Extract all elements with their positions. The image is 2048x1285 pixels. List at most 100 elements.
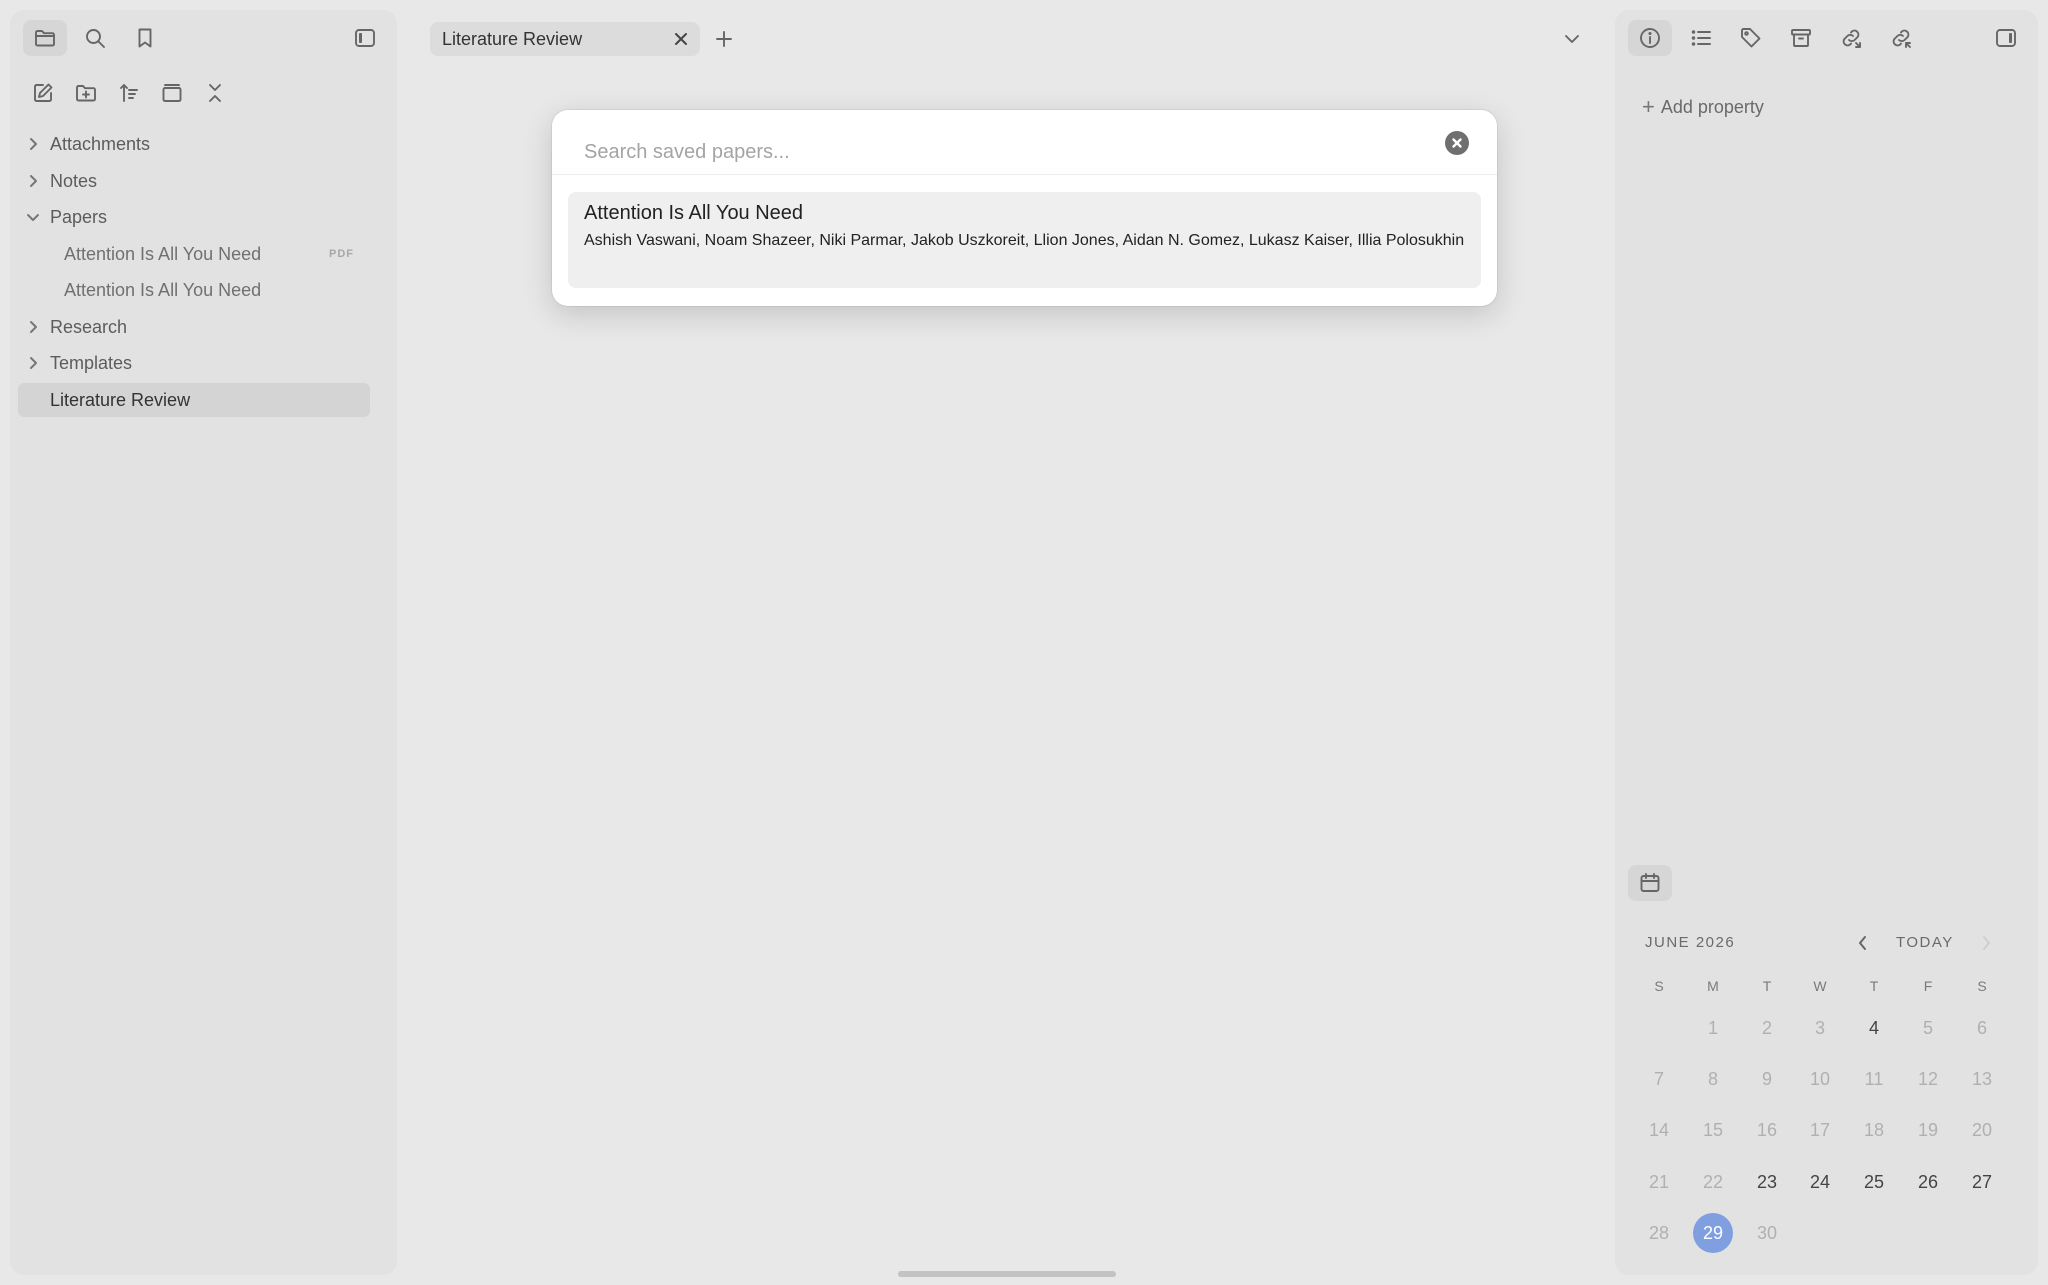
calendar-prev-month-button[interactable]: [1855, 934, 1871, 954]
calendar-weekday-label: F: [1923, 978, 1933, 994]
tree-file-attention-note[interactable]: Attention Is All You Need: [40, 273, 370, 307]
calendar-day[interactable]: 24: [1800, 1162, 1840, 1202]
tree-file-attention-pdf[interactable]: Attention Is All You Need PDF: [40, 237, 370, 271]
calendar-day[interactable]: 20: [1962, 1110, 2002, 1150]
tree-folder-papers[interactable]: Papers: [18, 200, 370, 234]
sort-button[interactable]: [107, 75, 151, 111]
file-explorer-button[interactable]: [23, 20, 67, 56]
calendar-day[interactable]: 27: [1962, 1162, 2002, 1202]
chevron-down-icon: [1565, 35, 1579, 43]
result-authors: Ashish Vaswani, Noam Shazeer, Niki Parma…: [584, 232, 1465, 249]
tree-item-label: Literature Review: [50, 389, 191, 410]
calendar-next-month-button[interactable]: [1978, 934, 1994, 954]
calendar-icon: [1640, 873, 1660, 892]
divider: [552, 174, 1497, 175]
sidebar-toggle-icon: [355, 29, 375, 47]
file-properties-button[interactable]: [1628, 20, 1672, 56]
calendar-weekday-label: W: [1813, 978, 1827, 994]
sort-icon: [120, 84, 138, 102]
right-sidebar-toggle-button[interactable]: [1984, 20, 2028, 56]
tree-item-label: Notes: [50, 170, 98, 191]
calendar-day[interactable]: 30: [1747, 1213, 1787, 1253]
new-note-button[interactable]: [21, 75, 65, 111]
calendar-day[interactable]: 9: [1747, 1059, 1787, 1099]
calendar-day[interactable]: 25: [1854, 1162, 1894, 1202]
plus-icon: [716, 31, 732, 47]
calendar-day[interactable]: 18: [1854, 1110, 1894, 1150]
close-tab-button[interactable]: [670, 28, 692, 50]
collapse-view-icon: [162, 84, 182, 102]
right-sidebar-toggle-icon: [1996, 29, 2016, 47]
calendar-day[interactable]: 28: [1639, 1213, 1679, 1253]
new-note-icon: [34, 83, 53, 102]
calendar-day[interactable]: 4: [1854, 1008, 1894, 1048]
calendar-day[interactable]: 3: [1800, 1008, 1840, 1048]
calendar-day[interactable]: 7: [1639, 1059, 1679, 1099]
calendar-day[interactable]: 21: [1639, 1162, 1679, 1202]
collapse-all-button[interactable]: [193, 75, 237, 111]
calendar-day[interactable]: 11: [1854, 1059, 1894, 1099]
search-button[interactable]: [73, 20, 117, 56]
calendar-day[interactable]: 6: [1962, 1008, 2002, 1048]
tree-file-literature-review[interactable]: Literature Review: [18, 383, 370, 417]
calendar-day[interactable]: 2: [1747, 1008, 1787, 1048]
chevron-right-icon: [30, 138, 37, 150]
calendar-day[interactable]: 22: [1693, 1162, 1733, 1202]
calendar-day[interactable]: 1: [1693, 1008, 1733, 1048]
calendar-day[interactable]: 19: [1908, 1110, 1948, 1150]
calendar-day[interactable]: 17: [1800, 1110, 1840, 1150]
calendar-day[interactable]: 5: [1908, 1008, 1948, 1048]
file-type-badge: PDF: [329, 248, 354, 260]
calendar-today-button[interactable]: TODAY: [1896, 934, 1954, 951]
bookmarks-button[interactable]: [123, 20, 167, 56]
calendar-day[interactable]: 26: [1908, 1162, 1948, 1202]
calendar-weekday-label: T: [1869, 978, 1879, 994]
calendar-day[interactable]: 16: [1747, 1110, 1787, 1150]
backlinks-button[interactable]: [1879, 20, 1923, 56]
clear-search-button[interactable]: [1445, 131, 1469, 155]
new-tab-button[interactable]: [702, 21, 746, 57]
calendar-day[interactable]: 10: [1800, 1059, 1840, 1099]
calendar-day[interactable]: 12: [1908, 1059, 1948, 1099]
tree-item-label: Templates: [50, 352, 133, 373]
collapse-all-icon: [209, 84, 221, 102]
tag-icon: [1741, 28, 1761, 48]
add-property-button[interactable]: + Add property: [1642, 92, 1764, 122]
calendar-view-button[interactable]: [1628, 865, 1672, 901]
chevron-left-icon: [1859, 936, 1866, 950]
bookmark-icon: [138, 28, 152, 48]
chevron-right-icon: [1983, 936, 1990, 950]
calendar-day[interactable]: 14: [1639, 1110, 1679, 1150]
tree-folder-research[interactable]: Research: [18, 310, 370, 344]
close-icon: [1452, 138, 1462, 148]
chevron-right-icon: [30, 321, 37, 333]
calendar-day[interactable]: 23: [1747, 1162, 1787, 1202]
calendar-month-label: JUNE 2026: [1645, 934, 1736, 951]
new-folder-button[interactable]: [64, 75, 108, 111]
tab-literature-review[interactable]: Literature Review: [430, 22, 700, 56]
outgoing-links-button[interactable]: [1829, 20, 1873, 56]
collapse-view-button[interactable]: [150, 75, 194, 111]
tree-folder-templates[interactable]: Templates: [18, 346, 370, 380]
calendar-day[interactable]: 15: [1693, 1110, 1733, 1150]
info-icon: [1640, 28, 1660, 48]
new-folder-icon: [76, 85, 96, 102]
archive-button[interactable]: [1779, 20, 1823, 56]
tree-folder-attachments[interactable]: Attachments: [18, 127, 370, 161]
folder-icon: [35, 30, 55, 47]
calendar-weekday-label: T: [1762, 978, 1772, 994]
tab-list-dropdown[interactable]: [1550, 21, 1594, 57]
calendar-day[interactable]: 13: [1962, 1059, 2002, 1099]
outline-button[interactable]: [1679, 20, 1723, 56]
tags-button[interactable]: [1729, 20, 1773, 56]
backlinks-icon: [1892, 29, 1911, 48]
calendar-day[interactable]: 29: [1693, 1213, 1733, 1253]
search-result-item[interactable]: Attention Is All You Need Ashish Vaswani…: [568, 192, 1481, 288]
search-icon: [86, 29, 105, 48]
chevron-down-icon: [27, 214, 39, 221]
search-papers-input[interactable]: [584, 128, 1404, 176]
left-sidebar-toggle-button[interactable]: [343, 20, 387, 56]
tree-folder-notes[interactable]: Notes: [18, 164, 370, 198]
tree-item-label: Attention Is All You Need: [64, 243, 262, 264]
calendar-day[interactable]: 8: [1693, 1059, 1733, 1099]
